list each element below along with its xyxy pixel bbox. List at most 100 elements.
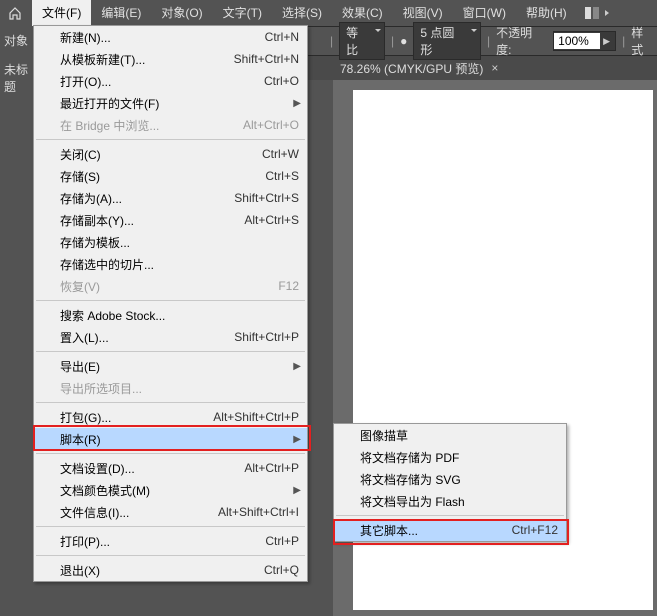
menu-item-label: 存储副本(Y)... (60, 212, 224, 229)
menu-item-shortcut: Alt+Shift+Ctrl+P (213, 410, 299, 424)
file-menu-item[interactable]: 打包(G)... Alt+Shift+Ctrl+P (34, 406, 307, 428)
home-icon[interactable] (4, 2, 26, 24)
menu-item-shortcut: Shift+Ctrl+N (234, 52, 299, 66)
file-menu-item[interactable]: 脚本(R)▶ (34, 428, 307, 450)
menu-item-label: 将文档导出为 Flash (360, 493, 558, 510)
menu-select[interactable]: 选择(S) (272, 0, 332, 26)
script-menu-item[interactable]: 将文档存储为 SVG (334, 468, 566, 490)
file-menu-item[interactable]: 关闭(C) Ctrl+W (34, 143, 307, 165)
menu-item-label: 退出(X) (60, 562, 244, 579)
file-menu-item[interactable]: 导出(E)▶ (34, 355, 307, 377)
opacity-value[interactable]: 100% (554, 33, 600, 49)
menu-item-label: 打印(P)... (60, 533, 245, 550)
menu-item-label: 从模板新建(T)... (60, 51, 214, 68)
menu-item-label: 文档颜色模式(M) (60, 482, 299, 499)
menu-separator (36, 139, 305, 140)
file-menu-item[interactable]: 最近打开的文件(F)▶ (34, 92, 307, 114)
left-sidebar: 对象 未标题 (0, 26, 33, 616)
menu-item-label: 图像描草 (360, 427, 558, 444)
menu-item-label: 存储为模板... (60, 234, 299, 251)
opacity-label: 不透明度: (496, 24, 547, 58)
menu-item-label: 关闭(C) (60, 146, 242, 163)
file-menu-item[interactable]: 打开(O)...Ctrl+O (34, 70, 307, 92)
divider: | (487, 34, 490, 48)
menu-item-label: 置入(L)... (60, 329, 214, 346)
file-menu-item[interactable]: 退出(X) Ctrl+Q (34, 559, 307, 581)
file-menu: 新建(N)... Ctrl+N 从模板新建(T)... Shift+Ctrl+N 打开(… (33, 25, 308, 582)
menu-object[interactable]: 对象(O) (151, 0, 212, 26)
menu-item-label: 搜索 Adobe Stock... (60, 307, 299, 324)
menu-item-label: 存储为(A)... (60, 190, 214, 207)
divider: | (622, 34, 625, 48)
menu-item-shortcut: Ctrl+W (262, 147, 299, 161)
divider: | (330, 34, 333, 48)
file-menu-item: 导出所选项目... (34, 377, 307, 399)
script-menu-item[interactable]: 其它脚本... Ctrl+F12 (334, 519, 566, 541)
menu-item-shortcut: Alt+Ctrl+P (244, 461, 299, 475)
chevron-right-icon[interactable]: ▶ (600, 36, 613, 47)
stroke-profile-dropdown[interactable]: 5 点圆形 (413, 22, 481, 60)
menu-item-label: 文档设置(D)... (60, 460, 224, 477)
file-menu-item[interactable]: 从模板新建(T)... Shift+Ctrl+N (34, 48, 307, 70)
menu-separator (36, 300, 305, 301)
file-menu-item[interactable]: 打印(P)...Ctrl+P (34, 530, 307, 552)
menu-help[interactable]: 帮助(H) (516, 0, 577, 26)
menu-edit[interactable]: 编辑(E) (91, 0, 151, 26)
object-label: 对象 (0, 26, 33, 55)
file-menu-item[interactable]: 存储为模板... (34, 231, 307, 253)
menu-separator (36, 402, 305, 403)
menu-item-label: 将文档存储为 PDF (360, 449, 558, 466)
script-submenu: 图像描草将文档存储为 PDF 将文档存储为 SVG 将文档导出为 Flash 其它脚本… (333, 423, 567, 542)
divider: | (391, 34, 394, 48)
menu-item-label: 导出所选项目... (60, 380, 299, 397)
menu-item-label: 最近打开的文件(F) (60, 95, 299, 112)
bullet-icon: ● (400, 34, 407, 48)
menu-item-shortcut: Ctrl+S (265, 169, 299, 183)
file-menu-item[interactable]: 存储副本(Y)... Alt+Ctrl+S (34, 209, 307, 231)
arrange-docs-icon[interactable] (585, 6, 611, 20)
file-menu-item[interactable]: 搜索 Adobe Stock... (34, 304, 307, 326)
script-menu-item[interactable]: 将文档存储为 PDF (334, 446, 566, 468)
menu-item-label: 存储选中的切片... (60, 256, 299, 273)
script-menu-item[interactable]: 图像描草 (334, 424, 566, 446)
sizing-dropdown[interactable]: 等比 (339, 22, 385, 60)
file-menu-item: 恢复(V) F12 (34, 275, 307, 297)
script-menu-item[interactable]: 将文档导出为 Flash (334, 490, 566, 512)
menu-item-label: 文件信息(I)... (60, 504, 198, 521)
menu-item-shortcut: Alt+Ctrl+S (244, 213, 299, 227)
file-menu-item[interactable]: 文件信息(I)...Alt+Shift+Ctrl+I (34, 501, 307, 523)
menu-item-label: 其它脚本... (360, 522, 492, 539)
menu-item-label: 恢复(V) (60, 278, 258, 295)
menu-item-shortcut: Ctrl+N (265, 30, 299, 44)
menu-item-shortcut: Shift+Ctrl+S (234, 191, 299, 205)
menu-item-shortcut: F12 (278, 279, 299, 293)
chevron-right-icon: ▶ (293, 98, 301, 109)
menu-item-label: 导出(E) (60, 358, 299, 375)
menu-item-label: 存储(S) (60, 168, 245, 185)
file-menu-item[interactable]: 存储选中的切片... (34, 253, 307, 275)
menu-file[interactable]: 文件(F) (32, 0, 91, 26)
file-menu-item[interactable]: 存储(S) Ctrl+S (34, 165, 307, 187)
file-menu-item[interactable]: 文档设置(D)... Alt+Ctrl+P (34, 457, 307, 479)
menu-separator (36, 351, 305, 352)
menu-separator (36, 526, 305, 527)
menu-item-shortcut: Ctrl+F12 (512, 523, 558, 537)
style-label: 样式 (631, 24, 655, 58)
menu-item-shortcut: Ctrl+Q (264, 563, 299, 577)
opacity-field-wrap[interactable]: 100% ▶ (553, 31, 616, 51)
menu-item-shortcut: Shift+Ctrl+P (234, 330, 299, 344)
file-menu-item[interactable]: 存储为(A)... Shift+Ctrl+S (34, 187, 307, 209)
untitled-label: 未标题 (0, 55, 33, 101)
chevron-right-icon: ▶ (293, 485, 301, 496)
close-icon[interactable]: × (491, 61, 498, 75)
file-menu-item[interactable]: 新建(N)... Ctrl+N (34, 26, 307, 48)
menu-separator (336, 515, 564, 516)
menu-item-label: 新建(N)... (60, 29, 245, 46)
menu-text[interactable]: 文字(T) (213, 0, 272, 26)
menu-item-shortcut: Alt+Ctrl+O (243, 118, 299, 132)
file-menu-item[interactable]: 文档颜色模式(M)▶ (34, 479, 307, 501)
chevron-right-icon: ▶ (293, 434, 301, 445)
menu-item-label: 打包(G)... (60, 409, 193, 426)
menu-separator (36, 453, 305, 454)
file-menu-item[interactable]: 置入(L)... Shift+Ctrl+P (34, 326, 307, 348)
